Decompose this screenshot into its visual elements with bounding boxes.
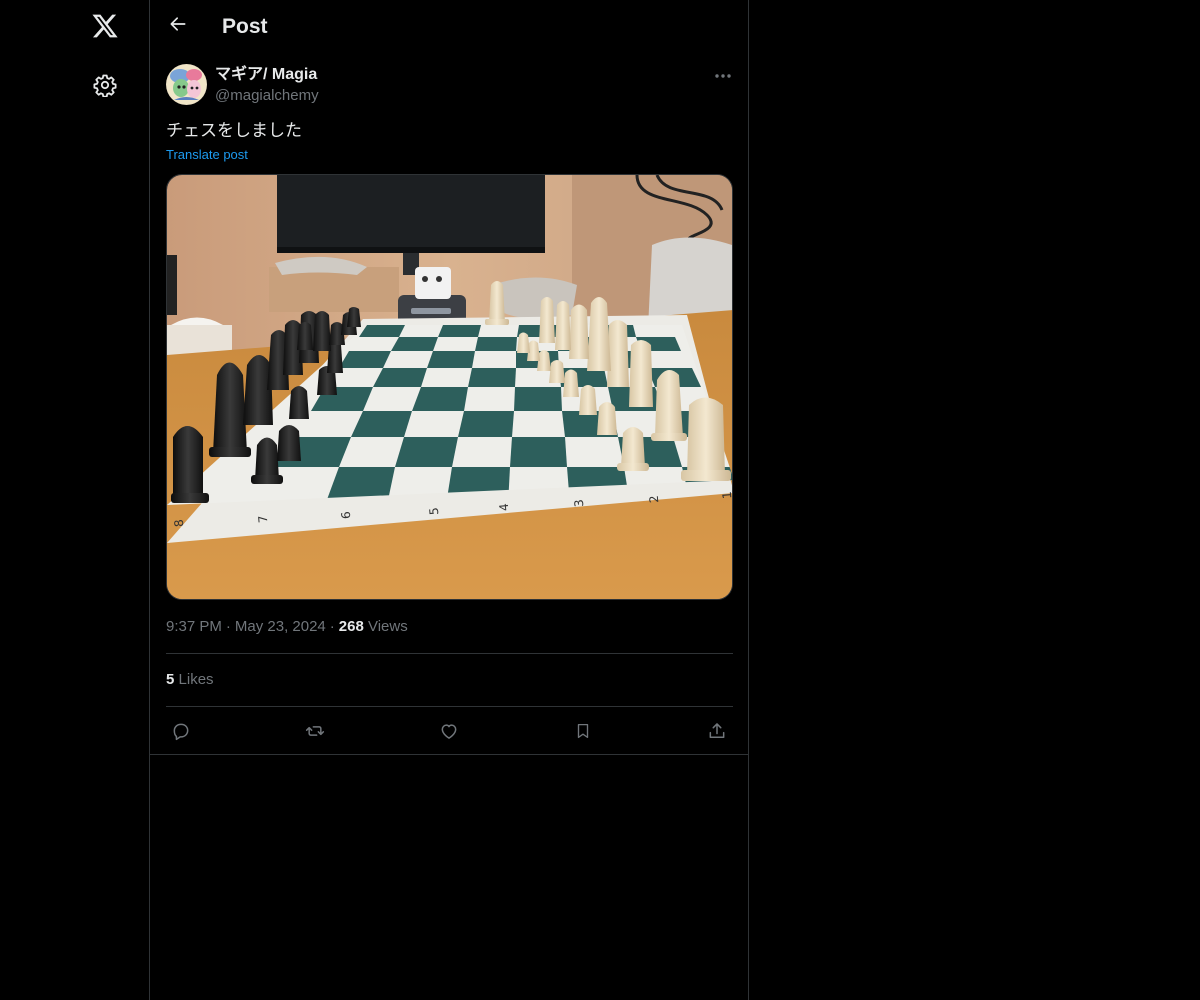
translate-post-link[interactable]: Translate post xyxy=(166,146,248,164)
bookmark-button[interactable] xyxy=(566,716,600,750)
arrow-left-icon xyxy=(168,14,188,39)
board-label-5: 5 xyxy=(427,507,442,516)
post-date[interactable]: May 23, 2024 xyxy=(235,618,326,635)
views-count: 268 xyxy=(338,618,364,635)
post-media-image[interactable]: 8 7 6 5 4 3 2 1 xyxy=(166,174,733,600)
bookmark-icon xyxy=(574,721,592,746)
gear-icon xyxy=(93,73,117,102)
board-label-8: 8 xyxy=(172,519,187,528)
board-label-4: 4 xyxy=(497,503,512,512)
like-button[interactable] xyxy=(432,716,466,750)
meta-separator: · xyxy=(225,618,231,635)
heart-icon xyxy=(439,721,459,746)
board-label-1: 1 xyxy=(720,491,733,500)
back-button[interactable] xyxy=(162,10,194,42)
author-handle[interactable]: @magialchemy xyxy=(215,86,319,106)
more-options-button[interactable] xyxy=(708,62,738,88)
reply-icon xyxy=(171,721,191,746)
home-logo-link[interactable] xyxy=(81,4,129,52)
post-text: チェスをしました xyxy=(166,121,302,140)
post-time[interactable]: 9:37 PM xyxy=(166,618,222,635)
board-label-3: 3 xyxy=(572,499,587,508)
reply-button[interactable] xyxy=(164,716,198,750)
repost-icon xyxy=(304,721,326,746)
views-label: Views xyxy=(367,618,408,635)
page-header: Post xyxy=(150,0,748,54)
board-label-6: 6 xyxy=(339,511,354,520)
likes-count: 5 xyxy=(166,671,175,688)
repost-button[interactable] xyxy=(298,716,332,750)
post-actions-bar xyxy=(166,712,733,750)
page-title: Post xyxy=(222,15,268,38)
more-horizontal-icon xyxy=(714,66,732,84)
settings-button[interactable] xyxy=(81,63,129,111)
left-nav xyxy=(0,0,149,1000)
chess-photo: 8 7 6 5 4 3 2 1 xyxy=(167,175,733,599)
board-label-2: 2 xyxy=(647,495,662,504)
board-label-7: 7 xyxy=(256,515,271,524)
author-display-name[interactable]: マギア/ Magia xyxy=(215,64,317,86)
share-button[interactable] xyxy=(700,716,734,750)
divider xyxy=(166,653,733,654)
app: Post マギア/ Magia @magialchemy チェスをしました Tr… xyxy=(0,0,1200,1000)
likes-label: Likes xyxy=(178,671,214,688)
post-meta: 9:37 PM · May 23, 2024 · 268 Views xyxy=(166,617,408,637)
primary-column: Post マギア/ Magia @magialchemy チェスをしました Tr… xyxy=(149,0,749,1000)
divider xyxy=(150,754,748,755)
divider xyxy=(166,706,733,707)
likes-link[interactable]: 5 Likes xyxy=(166,670,214,690)
x-logo-icon xyxy=(91,12,119,45)
share-icon xyxy=(707,721,727,746)
avatar[interactable] xyxy=(166,64,207,105)
meta-separator: · xyxy=(329,618,335,635)
